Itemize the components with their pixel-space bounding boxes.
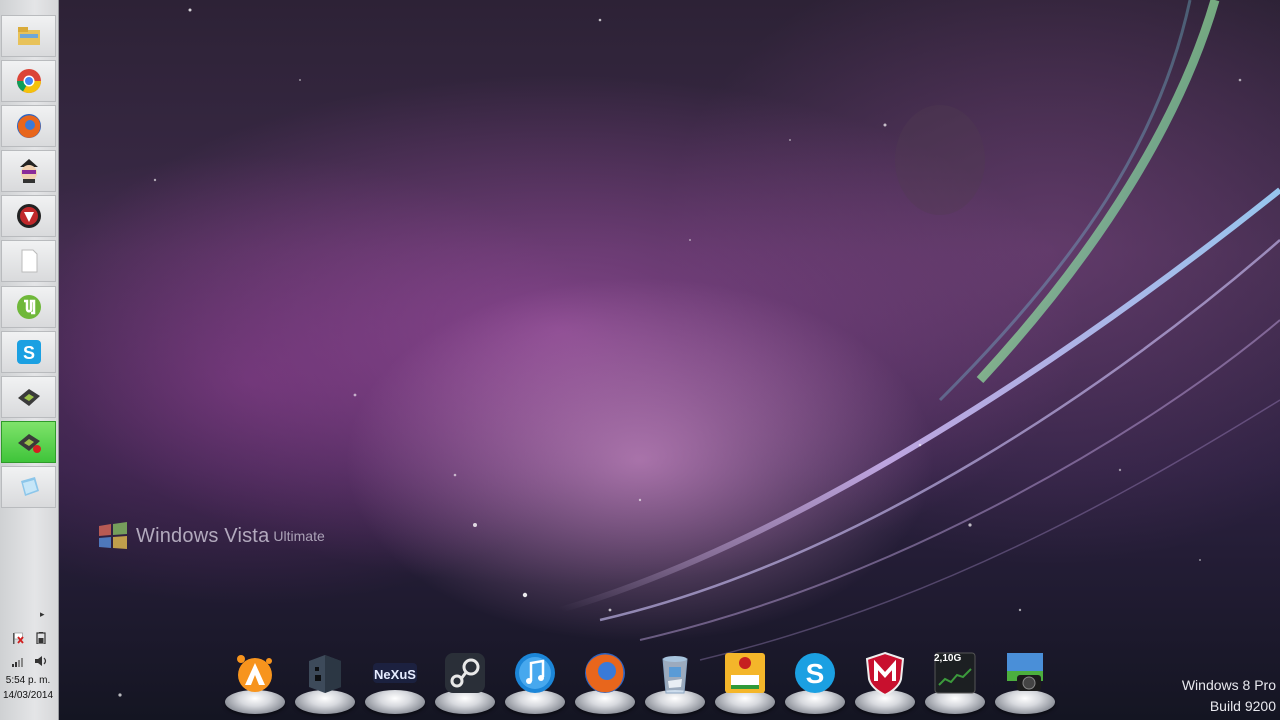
- taskbar-item-chip-app-record[interactable]: [1, 421, 56, 463]
- taskbar-item-chip-app[interactable]: [1, 376, 56, 418]
- chip-app-icon: [17, 389, 40, 406]
- taskbar-item-chrome[interactable]: [1, 60, 56, 102]
- signal-icon[interactable]: [11, 655, 25, 667]
- avast-icon: [237, 655, 272, 692]
- dock-item-mcafee[interactable]: [852, 645, 918, 720]
- recycle-bin-icon: [662, 656, 688, 694]
- steam-icon: [445, 653, 485, 693]
- windows-vista-logo: Windows Vista Ultimate: [96, 520, 325, 552]
- dock-item-skype[interactable]: S: [782, 645, 848, 720]
- mcafee-icon: [865, 651, 905, 697]
- svg-text:S: S: [22, 343, 34, 363]
- taskbar-item-file-explorer[interactable]: [1, 15, 56, 57]
- dock-item-camera-photo[interactable]: [992, 645, 1058, 720]
- blank-document-icon: [21, 249, 37, 273]
- wallpaper: [118, 0, 1280, 697]
- taskbar: S ▸ 5:54 p. m. 14/03/2014: [0, 0, 59, 720]
- utorrent-icon: [16, 295, 41, 319]
- taskbar-item-red-circle-app[interactable]: [1, 195, 56, 237]
- nexus-icon: NeXuS: [373, 663, 417, 683]
- clock-date[interactable]: 14/03/2014: [0, 690, 56, 701]
- taskbar-item-skype[interactable]: S: [1, 331, 56, 373]
- volume-icon[interactable]: [34, 655, 48, 667]
- blue-cube-icon: [20, 477, 39, 496]
- taskbar-item-firefox[interactable]: [1, 105, 56, 147]
- dock-item-nexus[interactable]: NeXuS: [362, 645, 428, 720]
- show-hidden-icons-arrow[interactable]: ▸: [40, 609, 45, 620]
- chrome-icon: [16, 69, 41, 94]
- game-cake-icon: [725, 653, 765, 693]
- firefox-icon: [16, 114, 41, 138]
- battery-icon[interactable]: [34, 632, 48, 644]
- skype-icon: S: [16, 340, 41, 364]
- dock-item-itunes[interactable]: [502, 645, 568, 720]
- vista-edition-text: Ultimate: [273, 528, 325, 544]
- camera-photo-icon: [1007, 653, 1043, 691]
- dock-item-recycle-bin[interactable]: [642, 645, 708, 720]
- watermark-edition: Windows 8 Pro: [1181, 677, 1276, 693]
- vista-logo-text: Windows Vista: [136, 524, 270, 547]
- minecraft-icon: [309, 655, 341, 693]
- skype-icon: S: [795, 653, 835, 693]
- dock-item-minecraft[interactable]: [292, 645, 358, 720]
- dock-item-memory-monitor[interactable]: 2,10G: [922, 645, 988, 720]
- memory-usage-label: 2,10G: [934, 653, 962, 664]
- avatar-character-icon: [19, 159, 38, 183]
- watermark-build: Build 9200: [1209, 698, 1276, 714]
- dock-item-avast[interactable]: [222, 645, 288, 720]
- taskbar-item-blue-cube[interactable]: [1, 466, 56, 508]
- chip-app-record-icon: [17, 434, 41, 453]
- itunes-icon: [515, 653, 555, 693]
- clock-time[interactable]: 5:54 p. m.: [0, 675, 56, 686]
- windows-flag-icon: [99, 522, 127, 549]
- taskbar-item-utorrent[interactable]: [1, 286, 56, 328]
- dock-item-game-cake[interactable]: [712, 645, 778, 720]
- taskbar-item-blank-document[interactable]: [1, 240, 56, 282]
- file-explorer-icon: [17, 27, 40, 45]
- taskbar-item-avatar-character[interactable]: [1, 150, 56, 192]
- dock-item-firefox[interactable]: [572, 645, 638, 720]
- flag-alert-icon[interactable]: [11, 632, 25, 644]
- nexus-label: NeXuS: [374, 667, 416, 682]
- dock-item-steam[interactable]: [432, 645, 498, 720]
- firefox-icon: [585, 653, 625, 693]
- red-circle-app-icon: [16, 204, 41, 228]
- svg-text:S: S: [806, 658, 825, 689]
- windows-build-watermark: Windows 8 Pro Build 9200: [1182, 675, 1276, 717]
- dock: NeXuS S 2,10G: [222, 645, 1070, 720]
